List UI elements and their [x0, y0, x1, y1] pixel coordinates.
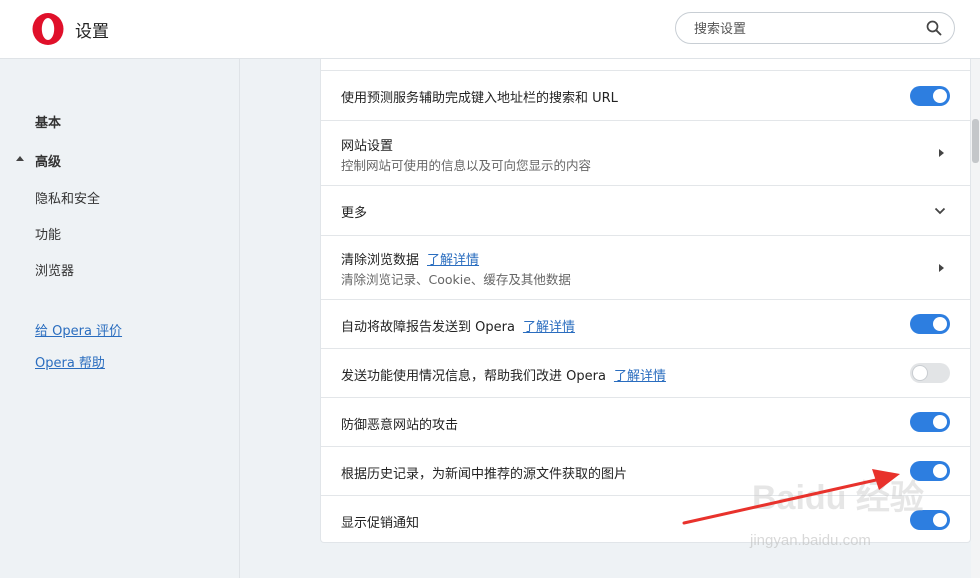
- crash-report-label: 自动将故障报告发送到 Opera: [341, 320, 515, 335]
- sidebar: 基本 高级 隐私和安全 功能 浏览器 给 Opera 评价 Opera 帮助: [0, 59, 240, 578]
- setting-title: 显示促销通知: [341, 516, 420, 531]
- top-bar: 设置: [0, 0, 980, 59]
- sidebar-item-features[interactable]: 功能: [35, 224, 61, 243]
- learn-more-link[interactable]: 了解详情: [427, 253, 479, 268]
- toggle-knob: [933, 89, 947, 103]
- setting-title: 网站设置: [341, 139, 394, 154]
- setting-title: 根据历史记录，为新闻中推荐的源文件获取的图片: [341, 467, 628, 482]
- toggle-knob: [913, 366, 927, 380]
- setting-title: 清除浏览数据 了解详情: [341, 249, 479, 268]
- toggle-knob: [933, 415, 947, 429]
- setting-row-site-settings[interactable]: 网站设置 控制网站可使用的信息以及可向您显示的内容: [321, 120, 970, 185]
- chevron-right-icon[interactable]: [939, 264, 944, 272]
- setting-title: 自动将故障报告发送到 Opera 了解详情: [341, 316, 575, 335]
- search-icon[interactable]: [926, 20, 942, 36]
- sidebar-item-browser[interactable]: 浏览器: [35, 260, 74, 279]
- annotation-arrow-icon: [682, 469, 900, 525]
- setting-title: 使用预测服务辅助完成键入地址栏的搜索和 URL: [341, 91, 618, 106]
- opera-logo-icon[interactable]: [31, 12, 65, 46]
- rate-opera-link[interactable]: 给 Opera 评价: [35, 320, 122, 339]
- sidebar-item-basic[interactable]: 基本: [35, 112, 61, 131]
- setting-title: 发送功能使用情况信息，帮助我们改进 Opera 了解详情: [341, 365, 666, 384]
- setting-title: 更多: [341, 206, 368, 221]
- caret-up-icon[interactable]: [16, 156, 24, 161]
- search-box[interactable]: [675, 12, 955, 44]
- sidebar-item-privacy[interactable]: 隐私和安全: [35, 188, 100, 207]
- setting-row-malware: 防御恶意网站的攻击: [321, 397, 970, 446]
- toggle-knob: [933, 513, 947, 527]
- setting-row-crash-report: 自动将故障报告发送到 Opera 了解详情: [321, 299, 970, 348]
- usage-stats-toggle[interactable]: [910, 363, 950, 383]
- chevron-down-icon[interactable]: [934, 207, 946, 215]
- setting-row-predict: 使用预测服务辅助完成键入地址栏的搜索和 URL: [321, 70, 970, 120]
- search-input[interactable]: [692, 19, 916, 39]
- scrollbar-thumb[interactable]: [972, 119, 979, 163]
- malware-toggle[interactable]: [910, 412, 950, 432]
- predict-toggle[interactable]: [910, 86, 950, 106]
- setting-title: 防御恶意网站的攻击: [341, 418, 459, 433]
- opera-help-link[interactable]: Opera 帮助: [35, 352, 105, 371]
- setting-row-usage-stats: 发送功能使用情况信息，帮助我们改进 Opera 了解详情: [321, 348, 970, 397]
- learn-more-link[interactable]: 了解详情: [523, 320, 575, 335]
- setting-row-more[interactable]: 更多: [321, 185, 970, 235]
- vertical-scrollbar[interactable]: [971, 59, 980, 578]
- toggle-knob: [933, 317, 947, 331]
- clear-data-label: 清除浏览数据: [341, 253, 420, 268]
- news-images-toggle[interactable]: [910, 461, 950, 481]
- sidebar-item-advanced[interactable]: 高级: [35, 151, 61, 170]
- setting-row-clear-data[interactable]: 清除浏览数据 了解详情 清除浏览记录、Cookie、缓存及其他数据: [321, 235, 970, 299]
- page-title: 设置: [75, 22, 109, 42]
- usage-stats-label: 发送功能使用情况信息，帮助我们改进 Opera: [341, 369, 606, 384]
- toggle-knob: [933, 464, 947, 478]
- crash-report-toggle[interactable]: [910, 314, 950, 334]
- setting-subtitle: 清除浏览记录、Cookie、缓存及其他数据: [341, 272, 571, 287]
- learn-more-link[interactable]: 了解详情: [614, 369, 666, 384]
- setting-subtitle: 控制网站可使用的信息以及可向您显示的内容: [341, 158, 592, 173]
- promo-toggle[interactable]: [910, 510, 950, 530]
- chevron-right-icon[interactable]: [939, 149, 944, 157]
